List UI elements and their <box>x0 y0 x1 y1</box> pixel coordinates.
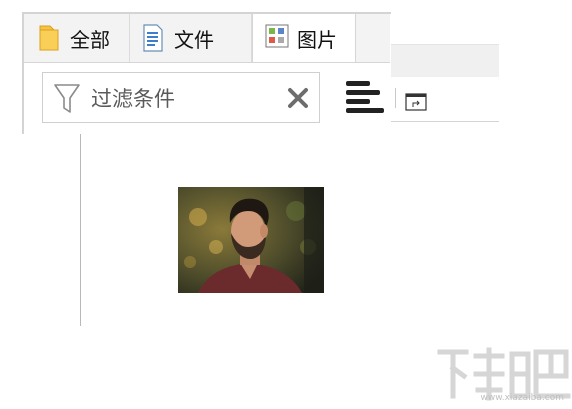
panel-background-strip <box>391 44 499 77</box>
align-left-icon[interactable] <box>344 78 386 118</box>
tab-all[interactable]: 全部 <box>26 14 130 62</box>
toolbar-divider <box>395 88 396 108</box>
filter-input[interactable]: 过滤条件 <box>42 72 320 123</box>
toolbar-bottom-border <box>391 121 499 122</box>
tab-files-label: 文件 <box>174 27 214 52</box>
watermark-url: www.xiazaiba.com <box>480 393 564 403</box>
tab-images[interactable]: 图片 <box>252 14 356 62</box>
filter-placeholder: 过滤条件 <box>91 87 175 111</box>
tab-all-label: 全部 <box>70 27 110 52</box>
image-grid-icon <box>265 24 289 52</box>
tab-files[interactable]: 文件 <box>130 14 252 62</box>
close-icon[interactable] <box>285 85 311 111</box>
tab-images-label: 图片 <box>297 27 337 52</box>
document-icon <box>142 24 164 52</box>
folder-icon <box>38 24 60 52</box>
open-external-icon[interactable] <box>405 93 427 111</box>
tab-bar: 全部 文件 图片 <box>24 14 390 62</box>
photo-thumbnail[interactable] <box>178 187 324 293</box>
filter-icon <box>53 83 81 115</box>
sidebar-divider <box>80 134 81 326</box>
filter-toolbar: 过滤条件 <box>24 62 390 135</box>
watermark-logo: www.xiazaiba.com <box>436 346 572 405</box>
